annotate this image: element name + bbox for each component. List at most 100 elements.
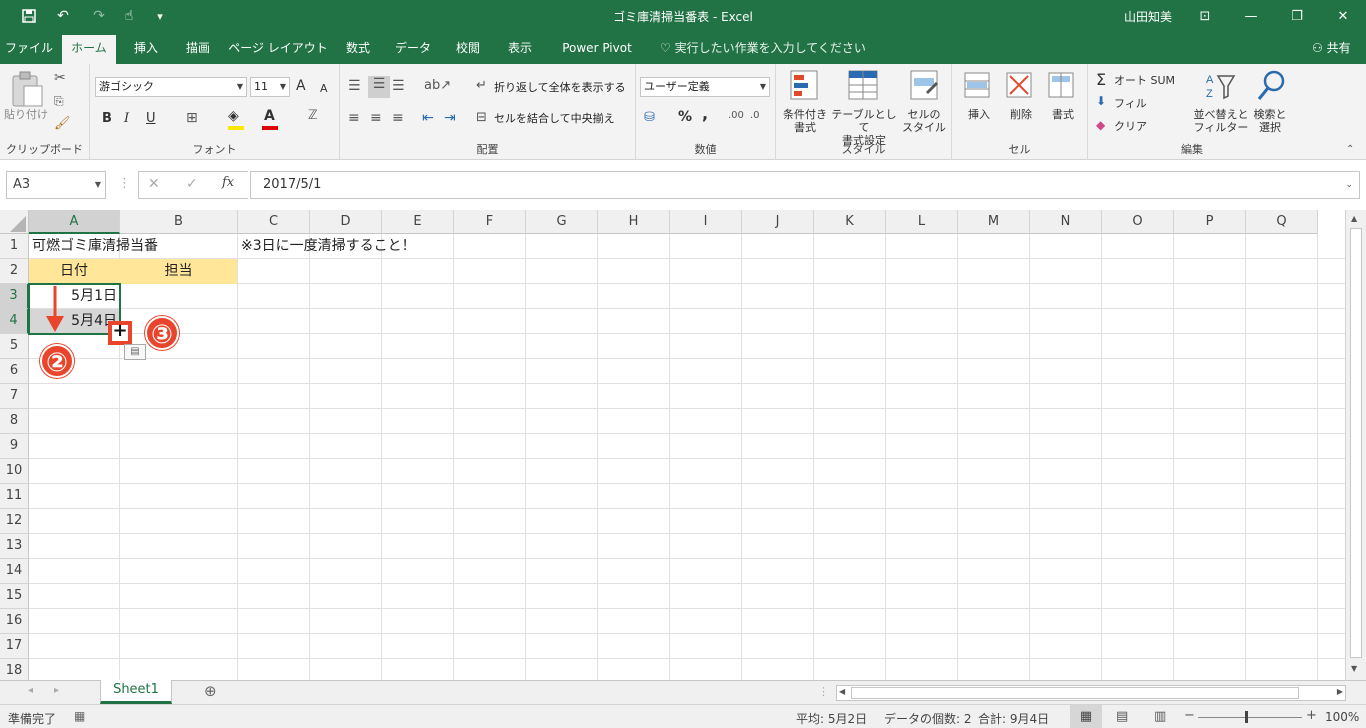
minimize-icon[interactable]: —	[1228, 0, 1274, 32]
tab-formulas[interactable]: 数式	[336, 32, 380, 64]
align-left-icon[interactable]: ≡	[348, 110, 360, 126]
column-header-B[interactable]: B	[120, 210, 238, 234]
fill-color-icon[interactable]: ◈	[228, 108, 239, 124]
sort-filter-button[interactable]: 並べ替えと フィルター	[1192, 108, 1250, 134]
clear-button[interactable]: クリア	[1114, 120, 1147, 133]
worksheet-grid[interactable]: ABCDEFGHIJKLMNOPQ 1 2 3 4 5 6 7 8 9 10 11 12 13 14 15 1…	[0, 210, 1366, 680]
row-header-11[interactable]: 11	[0, 484, 29, 509]
zoom-level[interactable]: 100%	[1325, 710, 1359, 724]
collapse-ribbon-icon[interactable]: ⌃	[1346, 144, 1354, 155]
scroll-up-icon[interactable]: ▲	[1351, 214, 1357, 223]
insert-cells-button[interactable]: 挿入	[964, 108, 994, 121]
align-middle-icon[interactable]: ☰	[368, 76, 390, 98]
macro-record-icon[interactable]: ▦	[74, 709, 85, 723]
row-header-4[interactable]: 4	[0, 309, 29, 334]
cell-A2[interactable]: 日付	[29, 259, 119, 283]
row-header-12[interactable]: 12	[0, 509, 29, 534]
tell-me-search[interactable]: ♡ 実行したい作業を入力してください	[660, 32, 866, 64]
format-cells-button[interactable]: 書式	[1048, 108, 1078, 121]
cut-icon[interactable]: ✂	[54, 70, 66, 86]
find-select-icon[interactable]	[1256, 70, 1286, 105]
column-header-N[interactable]: N	[1030, 210, 1102, 234]
currency-icon[interactable]: ⛁	[644, 110, 655, 125]
row-header-6[interactable]: 6	[0, 359, 29, 384]
row-header-10[interactable]: 10	[0, 459, 29, 484]
align-center-icon[interactable]: ≡	[370, 110, 382, 126]
formula-input[interactable]: 2017/5/1 ⌄	[250, 171, 1360, 199]
tab-power-pivot[interactable]: Power Pivot	[550, 32, 644, 64]
share-button[interactable]: ⚇ 共有	[1312, 32, 1351, 64]
row-header-18[interactable]: 18	[0, 659, 29, 680]
column-header-D[interactable]: D	[310, 210, 382, 234]
zoom-in-icon[interactable]: +	[1306, 708, 1317, 723]
column-header-P[interactable]: P	[1174, 210, 1246, 234]
autosum-button[interactable]: オート SUM	[1114, 74, 1175, 87]
delete-cells-button[interactable]: 削除	[1006, 108, 1036, 121]
percent-button[interactable]: %	[678, 110, 692, 124]
horizontal-scroll-thumb[interactable]	[851, 687, 1299, 699]
find-select-button[interactable]: 検索と 選択	[1250, 108, 1290, 134]
insert-cells-icon[interactable]	[964, 72, 992, 103]
grow-font-button[interactable]: A	[296, 79, 306, 93]
tab-data[interactable]: データ	[388, 32, 438, 64]
column-header-C[interactable]: C	[238, 210, 310, 234]
vertical-scrollbar[interactable]: ▲ ▼	[1345, 210, 1366, 680]
paste-button[interactable]: 貼り付け	[4, 108, 48, 121]
bold-button[interactable]: B	[102, 112, 112, 125]
format-cells-icon[interactable]	[1048, 72, 1076, 103]
row-header-2[interactable]: 2	[0, 259, 29, 284]
phonetic-icon[interactable]: ℤ	[308, 108, 318, 123]
user-name[interactable]: 山田知美	[1124, 8, 1172, 25]
borders-icon[interactable]: ⊞	[186, 110, 198, 126]
normal-view-icon[interactable]: ▦	[1070, 705, 1102, 728]
scroll-left-icon[interactable]: ◀	[839, 687, 845, 696]
insert-function-icon[interactable]: fx	[222, 175, 234, 190]
column-header-H[interactable]: H	[598, 210, 670, 234]
page-break-view-icon[interactable]: ▥	[1154, 709, 1166, 724]
cell-styles-button[interactable]: セルの スタイル	[900, 108, 948, 134]
copy-icon[interactable]: ⎘	[54, 94, 64, 109]
enter-icon[interactable]: ✓	[186, 176, 198, 192]
conditional-format-icon[interactable]	[790, 70, 820, 105]
align-top-icon[interactable]: ☰	[348, 78, 361, 94]
decrease-indent-icon[interactable]: ⇤	[422, 110, 434, 126]
fill-button[interactable]: フィル	[1114, 97, 1147, 110]
delete-cells-icon[interactable]	[1006, 72, 1034, 103]
cell-A4[interactable]: 5月4日	[29, 309, 117, 333]
column-header-J[interactable]: J	[742, 210, 814, 234]
cancel-icon[interactable]: ✕	[148, 176, 160, 192]
decrease-decimal-icon[interactable]: .0	[750, 110, 760, 121]
format-as-table-icon[interactable]	[848, 70, 880, 105]
row-header-14[interactable]: 14	[0, 559, 29, 584]
tab-review[interactable]: 校閲	[446, 32, 490, 64]
row-header-8[interactable]: 8	[0, 409, 29, 434]
row-header-15[interactable]: 15	[0, 584, 29, 609]
tab-draw[interactable]: 描画	[176, 32, 220, 64]
scroll-down-icon[interactable]: ▼	[1351, 664, 1357, 673]
ribbon-display-options-icon[interactable]: ⊡	[1182, 0, 1228, 32]
column-header-E[interactable]: E	[382, 210, 454, 234]
sheet-tab-sheet1[interactable]: Sheet1	[100, 680, 172, 704]
align-bottom-icon[interactable]: ☰	[392, 78, 405, 94]
number-format-combo[interactable]: ユーザー定義 ▼	[640, 77, 770, 97]
column-header-L[interactable]: L	[886, 210, 958, 234]
close-icon[interactable]: ✕	[1320, 0, 1366, 32]
column-header-M[interactable]: M	[958, 210, 1030, 234]
italic-button[interactable]: I	[124, 112, 129, 125]
column-header-K[interactable]: K	[814, 210, 886, 234]
cell-A3[interactable]: 5月1日	[29, 284, 117, 308]
row-header-16[interactable]: 16	[0, 609, 29, 634]
column-header-A[interactable]: A	[29, 210, 120, 234]
tab-insert[interactable]: 挿入	[124, 32, 168, 64]
cell-C1[interactable]: ※3日に一度清掃すること！	[241, 234, 416, 258]
comma-button[interactable]: ,	[702, 106, 708, 122]
orientation-icon[interactable]: ab↗	[424, 78, 451, 93]
column-header-G[interactable]: G	[526, 210, 598, 234]
tab-file[interactable]: ファイル	[4, 32, 54, 64]
paste-icon[interactable]	[10, 70, 44, 111]
increase-decimal-icon[interactable]: .00	[728, 110, 744, 121]
font-size-combo[interactable]: 11 ▼	[250, 77, 290, 97]
select-all-corner[interactable]	[0, 210, 29, 234]
align-right-icon[interactable]: ≡	[392, 110, 404, 126]
page-layout-view-icon[interactable]: ▤	[1116, 709, 1128, 724]
